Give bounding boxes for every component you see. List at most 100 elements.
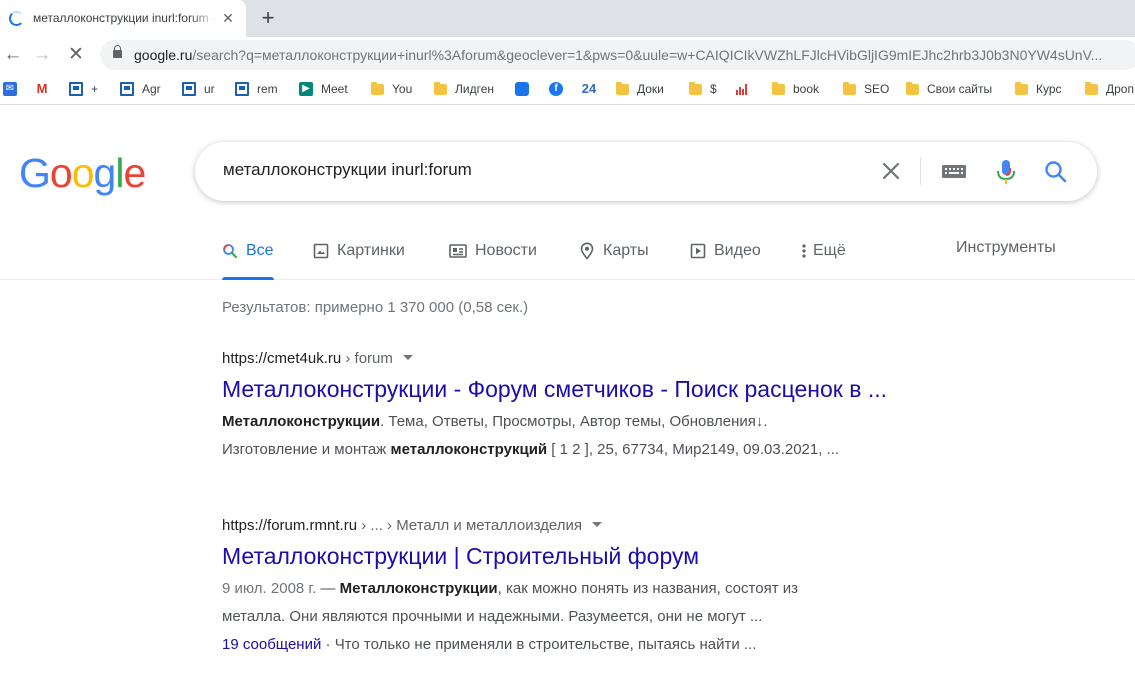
bookmark-label: $ (710, 82, 717, 96)
back-arrow-icon[interactable]: ← (0, 41, 26, 69)
result-url[interactable]: https://forum.rmnt.ru › ... › Металл и м… (222, 516, 1002, 536)
tab-label: Новости (475, 242, 537, 259)
clear-icon[interactable] (879, 159, 903, 183)
snippet-bold: металлоконструкций (390, 441, 548, 458)
bookmark-chat[interactable] (515, 81, 537, 97)
tab-all[interactable]: Все (222, 239, 274, 280)
result-title-link[interactable]: Металлоконструкции | Строительный форум (222, 541, 1002, 571)
bookmark-label: Agr (142, 82, 161, 96)
result-title-link[interactable]: Металлоконструкции - Форум сметчиков - П… (222, 374, 1002, 404)
logo-letter: g (93, 150, 117, 196)
folder-icon (906, 81, 919, 95)
folder-icon (1015, 81, 1028, 95)
bookmark-facebook[interactable]: f (549, 81, 571, 97)
bookmark-kurs[interactable]: Курс (1015, 81, 1062, 97)
bookmark-book[interactable]: book (772, 81, 819, 97)
tab-title: металлоконструкции inurl:forum - Поиск в… (33, 11, 217, 25)
snippet-line: 19 сообщений · Что только не применяли в… (222, 631, 1002, 659)
snippet-text: — (316, 580, 340, 597)
microphone-icon[interactable] (994, 157, 1018, 187)
search-result: https://forum.rmnt.ru › ... › Металл и м… (222, 516, 1002, 659)
address-bar[interactable]: google.ru/search?q=металлоконструкции+in… (100, 40, 1135, 70)
snippet-text: [ 1 2 ], 25, 67734, Мир2149, 09.03.2021,… (547, 441, 840, 458)
logo-letter: l (115, 150, 124, 196)
bookmark-rem[interactable]: rem (235, 81, 278, 97)
divider (920, 157, 921, 185)
search-box[interactable]: металлоконструкции inurl:forum (195, 142, 1097, 201)
forward-arrow-icon[interactable]: → (29, 41, 55, 69)
bookmark-meet[interactable]: ▶ Meet (299, 81, 348, 97)
bookmark-plus[interactable]: + (69, 81, 98, 97)
chat-icon (515, 82, 529, 96)
tab-video[interactable]: Видео (690, 239, 761, 263)
bookmark-lidgen[interactable]: Лидген (434, 81, 494, 97)
stop-loading-icon[interactable]: ✕ (63, 41, 89, 69)
bookmark-bitrix24[interactable]: 24 (580, 81, 606, 97)
mail-icon: ✉ (3, 82, 17, 96)
chevron-down-icon[interactable] (402, 354, 413, 360)
search-nav-tabs: Все Картинки Новости Карты Видео Ещё Инс… (0, 232, 1135, 280)
bookmark-label: Дроп (1106, 82, 1134, 96)
logo-letter: e (123, 150, 146, 196)
facebook-icon: f (549, 82, 563, 96)
url-text[interactable]: google.ru/search?q=металлоконструкции+in… (134, 47, 1102, 63)
keyboard-icon[interactable] (941, 162, 967, 181)
bookmark-stats[interactable] (735, 81, 757, 97)
result-url[interactable]: https://cmet4uk.ru › forum (222, 349, 1002, 369)
bookmark-label: Лидген (455, 82, 494, 96)
gmail-icon: M (35, 81, 49, 96)
folder-icon (1085, 81, 1098, 95)
snippet-line: 9 июл. 2008 г. — Металлоконструкции, как… (222, 575, 1002, 603)
bookmark-dollar[interactable]: $ (689, 81, 717, 97)
bookmark-agr[interactable]: Agr (120, 81, 161, 97)
bookmark-label: ur (204, 82, 215, 96)
search-icon (223, 244, 237, 258)
snippet-text: , как можно понять из названия, состоят … (497, 580, 798, 597)
page-icon (69, 82, 83, 96)
result-stats: Результатов: примерно 1 370 000 (0,58 се… (222, 299, 529, 316)
bookmark-ur[interactable]: ur (182, 81, 215, 97)
tab-label: Ещё (813, 242, 846, 259)
bookmark-own-sites[interactable]: Свои сайты (906, 81, 992, 97)
result-snippet: Металлоконструкции. Тема, Ответы, Просмо… (222, 408, 1002, 464)
bookmark-label: rem (257, 82, 278, 96)
bookmark-you[interactable]: You (371, 81, 412, 97)
new-tab-button[interactable]: + (256, 6, 280, 30)
google-logo[interactable]: Google (19, 149, 146, 197)
tab-news[interactable]: Новости (449, 239, 537, 263)
map-pin-icon (580, 242, 594, 260)
result-url-host: https://cmet4uk.ru (222, 350, 342, 367)
search-input[interactable]: металлоконструкции inurl:forum (223, 160, 472, 180)
bookmark-doki[interactable]: Доки (616, 81, 664, 97)
result-url-path: › forum (341, 350, 393, 367)
lock-icon[interactable] (113, 45, 122, 58)
bookmark-gmail[interactable]: M (35, 81, 57, 97)
messages-count-link[interactable]: 19 сообщений (222, 636, 321, 653)
meet-icon: ▶ (299, 82, 313, 96)
tab-maps[interactable]: Карты (579, 239, 649, 263)
result-url-host: https://forum.rmnt.ru (222, 517, 358, 534)
browser-tabstrip: металлоконструкции inurl:forum - Поиск в… (0, 0, 1135, 37)
result-date: 9 июл. 2008 г. (222, 580, 317, 597)
bookmarks-bar: ✉ M + Agr ur rem ▶ Meet You Лидген f 24 Д… (0, 73, 1135, 105)
snippet-bold: Металлоконструкции (339, 580, 498, 597)
chevron-down-icon[interactable] (591, 521, 602, 527)
bookmark-seo[interactable]: SEO (843, 81, 889, 97)
tab-close-icon[interactable]: ✕ (219, 9, 237, 27)
bookmark-mail[interactable]: ✉ (3, 81, 25, 97)
search-icon[interactable] (1043, 159, 1069, 185)
tab-more[interactable]: Ещё (801, 239, 846, 263)
bookmark-drop[interactable]: Дроп (1085, 81, 1134, 97)
bookmark-label: Курс (1036, 82, 1062, 96)
browser-tab-active[interactable]: металлоконструкции inurl:forum - Поиск в… (0, 0, 246, 37)
tab-label: Все (246, 242, 274, 259)
bookmark-label: SEO (864, 82, 890, 96)
tools-button[interactable]: Инструменты (956, 239, 1056, 257)
page-icon (182, 82, 196, 96)
snippet-line: Изготовление и монтаж металлоконструкций… (222, 436, 1002, 464)
page-icon (120, 82, 134, 96)
bookmark-label: + (91, 82, 99, 96)
image-icon (313, 243, 329, 259)
logo-letter: o (49, 150, 73, 196)
tab-images[interactable]: Картинки (313, 239, 405, 263)
